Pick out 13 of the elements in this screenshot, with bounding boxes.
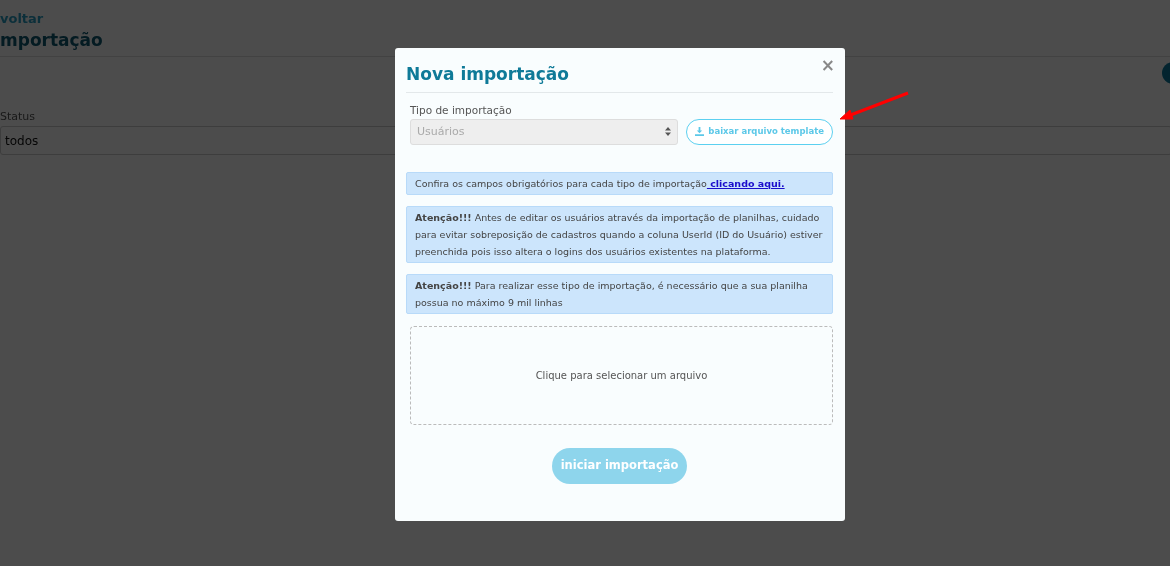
warning-alert: Atenção!!! Para realizar esse tipo de importação, é necessário que a sua planilha possua no máximo 9 mil linhas (406, 273, 833, 314)
download-template-button[interactable]: baixar arquivo template (686, 118, 833, 145)
page-title: mportação (0, 30, 103, 51)
download-icon (695, 127, 705, 137)
modal-title: Nova importação (406, 64, 569, 85)
back-link[interactable]: voltar (0, 11, 44, 26)
sort-caret-icon (665, 127, 672, 137)
close-button[interactable]: × (820, 57, 835, 74)
alert-text: Confira os campos obrigatórios para cada tipo de importação (415, 177, 707, 189)
warning-alert: Atenção!!! Antes de editar os usuários através da importação de planilhas, cuidado para evitar sobreposição de cadastros quando a coluna UserId (ID do Usuário) estiver preenchida pois isso altera o logins dos usuários existentes na plataforma. (406, 205, 833, 263)
file-dropzone[interactable]: Clique para selecionar um arquivo (410, 325, 833, 425)
field-label: Tipo de importação (410, 103, 513, 118)
help-link[interactable]: clicando aqui. (706, 177, 785, 189)
